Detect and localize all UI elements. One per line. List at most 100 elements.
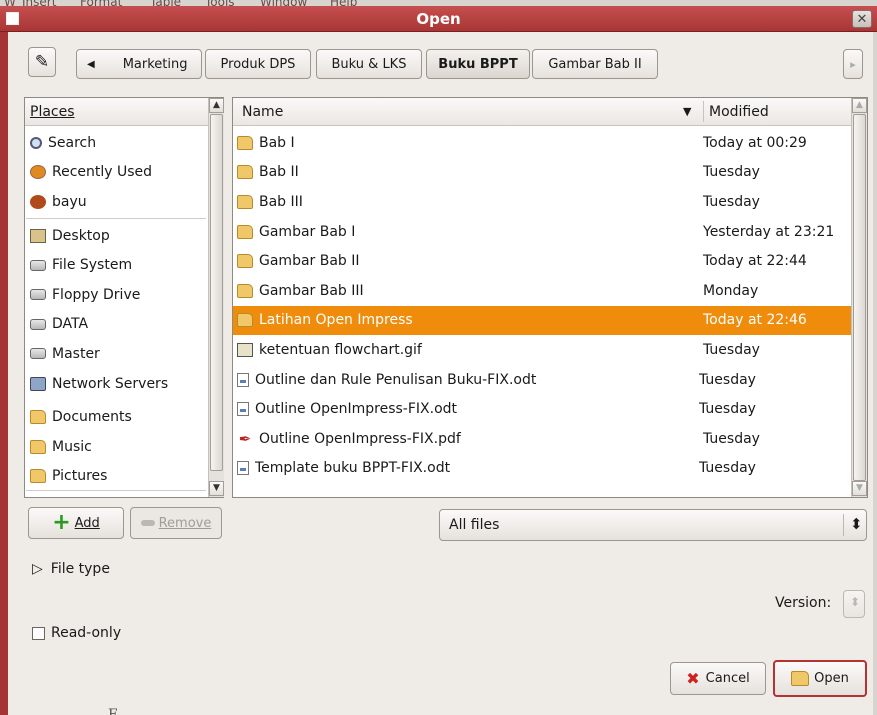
places-list: Search Recently Used bayu Desktop File Syste… — [25, 128, 208, 496]
crumb-marketing[interactable]: Marketing — [123, 57, 188, 72]
folder-icon — [237, 194, 253, 209]
close-icon[interactable]: ✕ — [852, 10, 872, 28]
sidebar-item-network-servers[interactable]: Network Servers — [25, 369, 208, 399]
file-modified: Yesterday at 23:21 — [703, 223, 835, 240]
crumb-buku-lks[interactable]: Buku & LKS — [316, 49, 422, 79]
scroll-down-icon[interactable]: ▼ — [209, 481, 224, 496]
sidebar-item-documents[interactable]: Documents — [25, 402, 208, 432]
sort-arrow-icon: ▼ — [683, 105, 692, 118]
sidebar-item-label: Desktop — [52, 227, 110, 244]
places-separator — [26, 217, 206, 219]
sidebar-item-pictures[interactable]: Pictures — [25, 462, 208, 492]
drive-icon — [30, 259, 46, 271]
sidebar-item-bayu[interactable]: bayu — [25, 187, 208, 217]
drive-icon — [30, 289, 46, 301]
version-spinner[interactable]: ⬍ — [843, 590, 865, 618]
sidebar-item-recently-used[interactable]: Recently Used — [25, 158, 208, 188]
desktop-icon — [30, 228, 46, 243]
folder-icon — [30, 439, 46, 454]
file-row[interactable]: Outline OpenImpress-FIX.odt Tuesday — [233, 394, 851, 424]
file-row[interactable]: Bab II Tuesday — [233, 158, 851, 188]
add-bookmark-button[interactable]: + Add — [28, 507, 124, 539]
scroll-right-button[interactable]: ▸ — [843, 49, 863, 79]
file-row[interactable]: Gambar Bab II Today at 22:44 — [233, 246, 851, 276]
edit-location-button[interactable]: ✎ — [28, 47, 56, 77]
file-row[interactable]: Gambar Bab I Yesterday at 23:21 — [233, 217, 851, 247]
file-modified: Today at 00:29 — [703, 134, 807, 151]
file-row[interactable]: Template buku BPPT-FIX.odt Tuesday — [233, 454, 851, 484]
background-document-text: E ... ... ... ... — [108, 707, 224, 715]
crumb-produk-dps[interactable]: Produk DPS — [205, 49, 311, 79]
file-row[interactable]: Outline dan Rule Penulisan Buku-FIX.odt T… — [233, 365, 851, 395]
places-scroll-thumb[interactable] — [210, 114, 223, 471]
network-icon — [30, 376, 46, 391]
sidebar-item-floppy-drive[interactable]: Floppy Drive — [25, 280, 208, 310]
file-row[interactable]: Gambar Bab III Monday — [233, 276, 851, 306]
column-modified-header[interactable]: Modified — [709, 104, 769, 120]
folder-icon — [237, 283, 253, 298]
read-only-label: Read-only — [51, 625, 122, 641]
file-type-expander[interactable]: ▷ File type — [32, 561, 110, 577]
scroll-left-icon[interactable]: ◀ — [87, 59, 95, 70]
cancel-button[interactable]: ✖ Cancel — [670, 662, 766, 695]
open-button[interactable]: Open — [773, 660, 867, 697]
crumb-gambar-bab-ii[interactable]: Gambar Bab II — [532, 49, 658, 79]
column-name-header[interactable]: Name — [242, 104, 283, 120]
crumb-buku-bppt[interactable]: Buku BPPT — [426, 49, 530, 79]
sidebar-item-label: File System — [52, 257, 133, 274]
pdf-icon: ✒ — [238, 429, 252, 448]
sidebar-item-master[interactable]: Master — [25, 339, 208, 369]
sidebar-item-label: Documents — [52, 409, 132, 426]
file-name: Latihan Open Impress — [259, 312, 413, 329]
background-document: E ... ... ... ... — [8, 703, 873, 715]
combo-divider — [843, 514, 844, 536]
sidebar-item-data[interactable]: DATA — [25, 310, 208, 340]
file-row[interactable]: ketentuan flowchart.gif Tuesday — [233, 335, 851, 365]
sidebar-item-desktop[interactable]: Desktop — [25, 221, 208, 251]
folder-icon — [237, 135, 253, 150]
folder-icon — [237, 224, 253, 239]
files-list: Bab I Today at 00:29 Bab II Tuesday Bab III T… — [233, 128, 851, 488]
spinner-arrows-icon: ⬍ — [850, 595, 861, 609]
sidebar-item-label: Music — [52, 438, 92, 455]
pathbar-back-crumb[interactable]: ◀ Marketing — [76, 49, 202, 79]
file-filter-combo[interactable]: All files ⬍ — [439, 509, 867, 541]
sidebar-item-label: Floppy Drive — [52, 286, 141, 303]
sidebar-item-label: Pictures — [52, 468, 108, 485]
scroll-up-icon[interactable]: ▲ — [852, 98, 867, 113]
read-only-option[interactable]: Read-only — [32, 625, 121, 641]
scroll-down-icon[interactable]: ▼ — [852, 481, 867, 496]
file-row[interactable]: Bab III Tuesday — [233, 187, 851, 217]
file-modified: Tuesday — [703, 164, 760, 181]
places-scrollbar[interactable]: ▲ ▼ — [208, 98, 224, 497]
home-icon — [30, 194, 46, 209]
open-folder-icon — [791, 671, 810, 686]
file-name: Outline dan Rule Penulisan Buku-FIX.odt — [255, 371, 537, 388]
files-scroll-thumb[interactable] — [853, 114, 866, 481]
sidebar-item-music[interactable]: Music — [25, 432, 208, 462]
read-only-checkbox[interactable] — [32, 626, 45, 640]
sidebar-item-file-system[interactable]: File System — [25, 250, 208, 280]
file-row[interactable]: Latihan Open Impress Today at 22:46 — [233, 305, 851, 336]
folder-icon — [237, 165, 253, 180]
image-icon — [237, 342, 253, 357]
document-icon — [237, 461, 249, 476]
folder-icon — [237, 254, 253, 269]
file-name: Bab II — [259, 164, 299, 181]
files-pane: Name ▼ Modified Bab I Today at 00:29 Bab I… — [232, 97, 868, 498]
dialog-titlebar[interactable]: Open ✕ — [0, 6, 877, 32]
file-row[interactable]: ✒ Outline OpenImpress-FIX.pdf Tuesday — [233, 424, 851, 454]
scroll-up-icon[interactable]: ▲ — [209, 98, 224, 113]
file-row[interactable]: Bab I Today at 00:29 — [233, 128, 851, 158]
folder-icon — [237, 313, 253, 328]
file-name: Template buku BPPT-FIX.odt — [255, 460, 451, 477]
sidebar-item-search[interactable]: Search — [25, 128, 208, 158]
file-name: Gambar Bab I — [259, 223, 356, 240]
places-header[interactable]: Places — [25, 98, 208, 126]
remove-bookmark-button[interactable]: Remove — [130, 507, 222, 539]
sidebar-item-label: bayu — [52, 193, 87, 210]
file-modified: Tuesday — [699, 460, 756, 477]
expander-triangle-icon: ▷ — [32, 561, 43, 577]
cancel-icon: ✖ — [686, 669, 700, 688]
files-scrollbar[interactable]: ▲ ▼ — [851, 98, 867, 497]
